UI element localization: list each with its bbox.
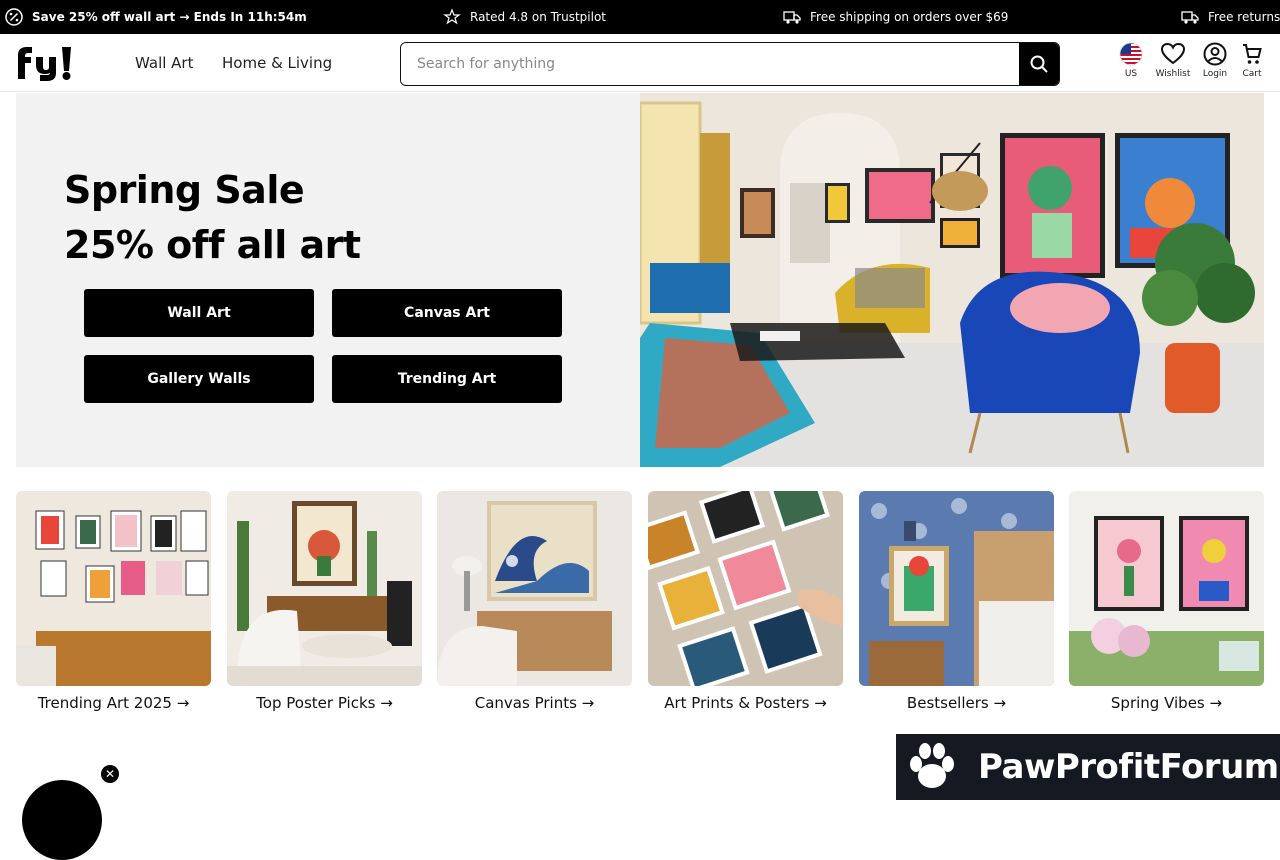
- paw-icon: [910, 743, 954, 788]
- category-label: Top Poster Picks →: [256, 694, 393, 712]
- site-header: Wall Art Home & Living US Wishlist Login: [0, 34, 1280, 92]
- user-icon: [1203, 42, 1227, 66]
- wishlist-link[interactable]: Wishlist: [1153, 42, 1193, 79]
- search-input[interactable]: [401, 43, 1019, 85]
- category-trending-art-2025[interactable]: Trending Art 2025 →: [16, 491, 211, 712]
- category-thumbnail: [859, 491, 1054, 686]
- category-thumbnail: [227, 491, 422, 686]
- site-logo[interactable]: [16, 45, 92, 88]
- category-label: Art Prints & Posters →: [664, 694, 827, 712]
- announcement-bar: Save 25% off wall art → Ends In 11h:54m …: [0, 0, 1280, 34]
- hero-button-trending-art[interactable]: Trending Art: [332, 355, 562, 403]
- fy-logo-mark: [18, 47, 71, 81]
- percent-badge-icon: [5, 8, 23, 26]
- category-bestsellers[interactable]: Bestsellers →: [859, 491, 1054, 712]
- us-flag-icon: [1119, 42, 1143, 66]
- close-icon[interactable]: ✕: [101, 765, 119, 783]
- heart-icon: [1160, 42, 1186, 65]
- hero-title-line1: Spring Sale: [64, 168, 305, 212]
- search-bar: [400, 42, 1060, 86]
- nav-home-living[interactable]: Home & Living: [222, 54, 332, 72]
- category-thumbnail: [437, 491, 632, 686]
- announcement-text: Free returns: [1208, 10, 1280, 24]
- nav-wall-art[interactable]: Wall Art: [135, 54, 193, 72]
- category-art-prints-posters[interactable]: Art Prints & Posters →: [648, 491, 843, 712]
- watermark-text: PawProfitForum: [978, 747, 1279, 787]
- announcement-text: Free shipping on orders over $69: [810, 10, 1009, 24]
- category-label: Spring Vibes →: [1110, 694, 1223, 712]
- region-label: US: [1124, 69, 1138, 79]
- login-label: Login: [1202, 69, 1228, 79]
- category-thumbnail: [1069, 491, 1264, 686]
- category-top-poster-picks[interactable]: Top Poster Picks →: [227, 491, 422, 712]
- announcement-text: Rated 4.8 on Trustpilot: [470, 10, 607, 24]
- watermark: PawProfitForum: [896, 734, 1280, 800]
- cart-label: Cart: [1242, 69, 1262, 79]
- category-thumbnail: [648, 491, 843, 686]
- category-spring-vibes[interactable]: Spring Vibes →: [1069, 491, 1264, 712]
- category-label: Trending Art 2025 →: [37, 694, 190, 712]
- hero-button-wall-art[interactable]: Wall Art: [84, 289, 314, 337]
- promo-popup-bubble[interactable]: [22, 780, 102, 860]
- cart-icon: [1243, 44, 1262, 64]
- living-room-illustration: [640, 93, 1264, 467]
- region-selector[interactable]: US: [1111, 42, 1151, 79]
- return-truck-icon: [1181, 11, 1199, 24]
- stars-icon: [443, 8, 461, 25]
- category-label: Canvas Prints →: [474, 694, 595, 712]
- category-canvas-prints[interactable]: Canvas Prints →: [437, 491, 632, 712]
- login-link[interactable]: Login: [1195, 42, 1235, 79]
- hero-title-line2: 25% off all art: [64, 223, 361, 267]
- announcement-text: Save 25% off wall art → Ends In 11h:54m: [32, 10, 307, 24]
- announcement-shipping[interactable]: Free shipping on orders over $69: [782, 0, 1008, 34]
- category-thumbnail: [16, 491, 211, 686]
- wishlist-label: Wishlist: [1155, 69, 1191, 79]
- hero-banner: Spring Sale 25% off all art Wall Art Can…: [16, 93, 640, 467]
- category-label: Bestsellers →: [906, 694, 1007, 712]
- hero-button-gallery-walls[interactable]: Gallery Walls: [84, 355, 314, 403]
- announcement-sale[interactable]: Save 25% off wall art → Ends In 11h:54m: [4, 0, 307, 34]
- hero-image[interactable]: [640, 93, 1264, 467]
- search-icon: [1030, 55, 1048, 73]
- hero-button-canvas-art[interactable]: Canvas Art: [332, 289, 562, 337]
- delivery-truck-icon: [783, 11, 801, 24]
- search-button[interactable]: [1019, 43, 1059, 85]
- hero-title: Spring Sale 25% off all art: [64, 163, 361, 273]
- announcement-rating[interactable]: Rated 4.8 on Trustpilot: [442, 0, 606, 34]
- cart-link[interactable]: Cart: [1232, 42, 1272, 79]
- announcement-returns[interactable]: Free returns: [1180, 0, 1280, 34]
